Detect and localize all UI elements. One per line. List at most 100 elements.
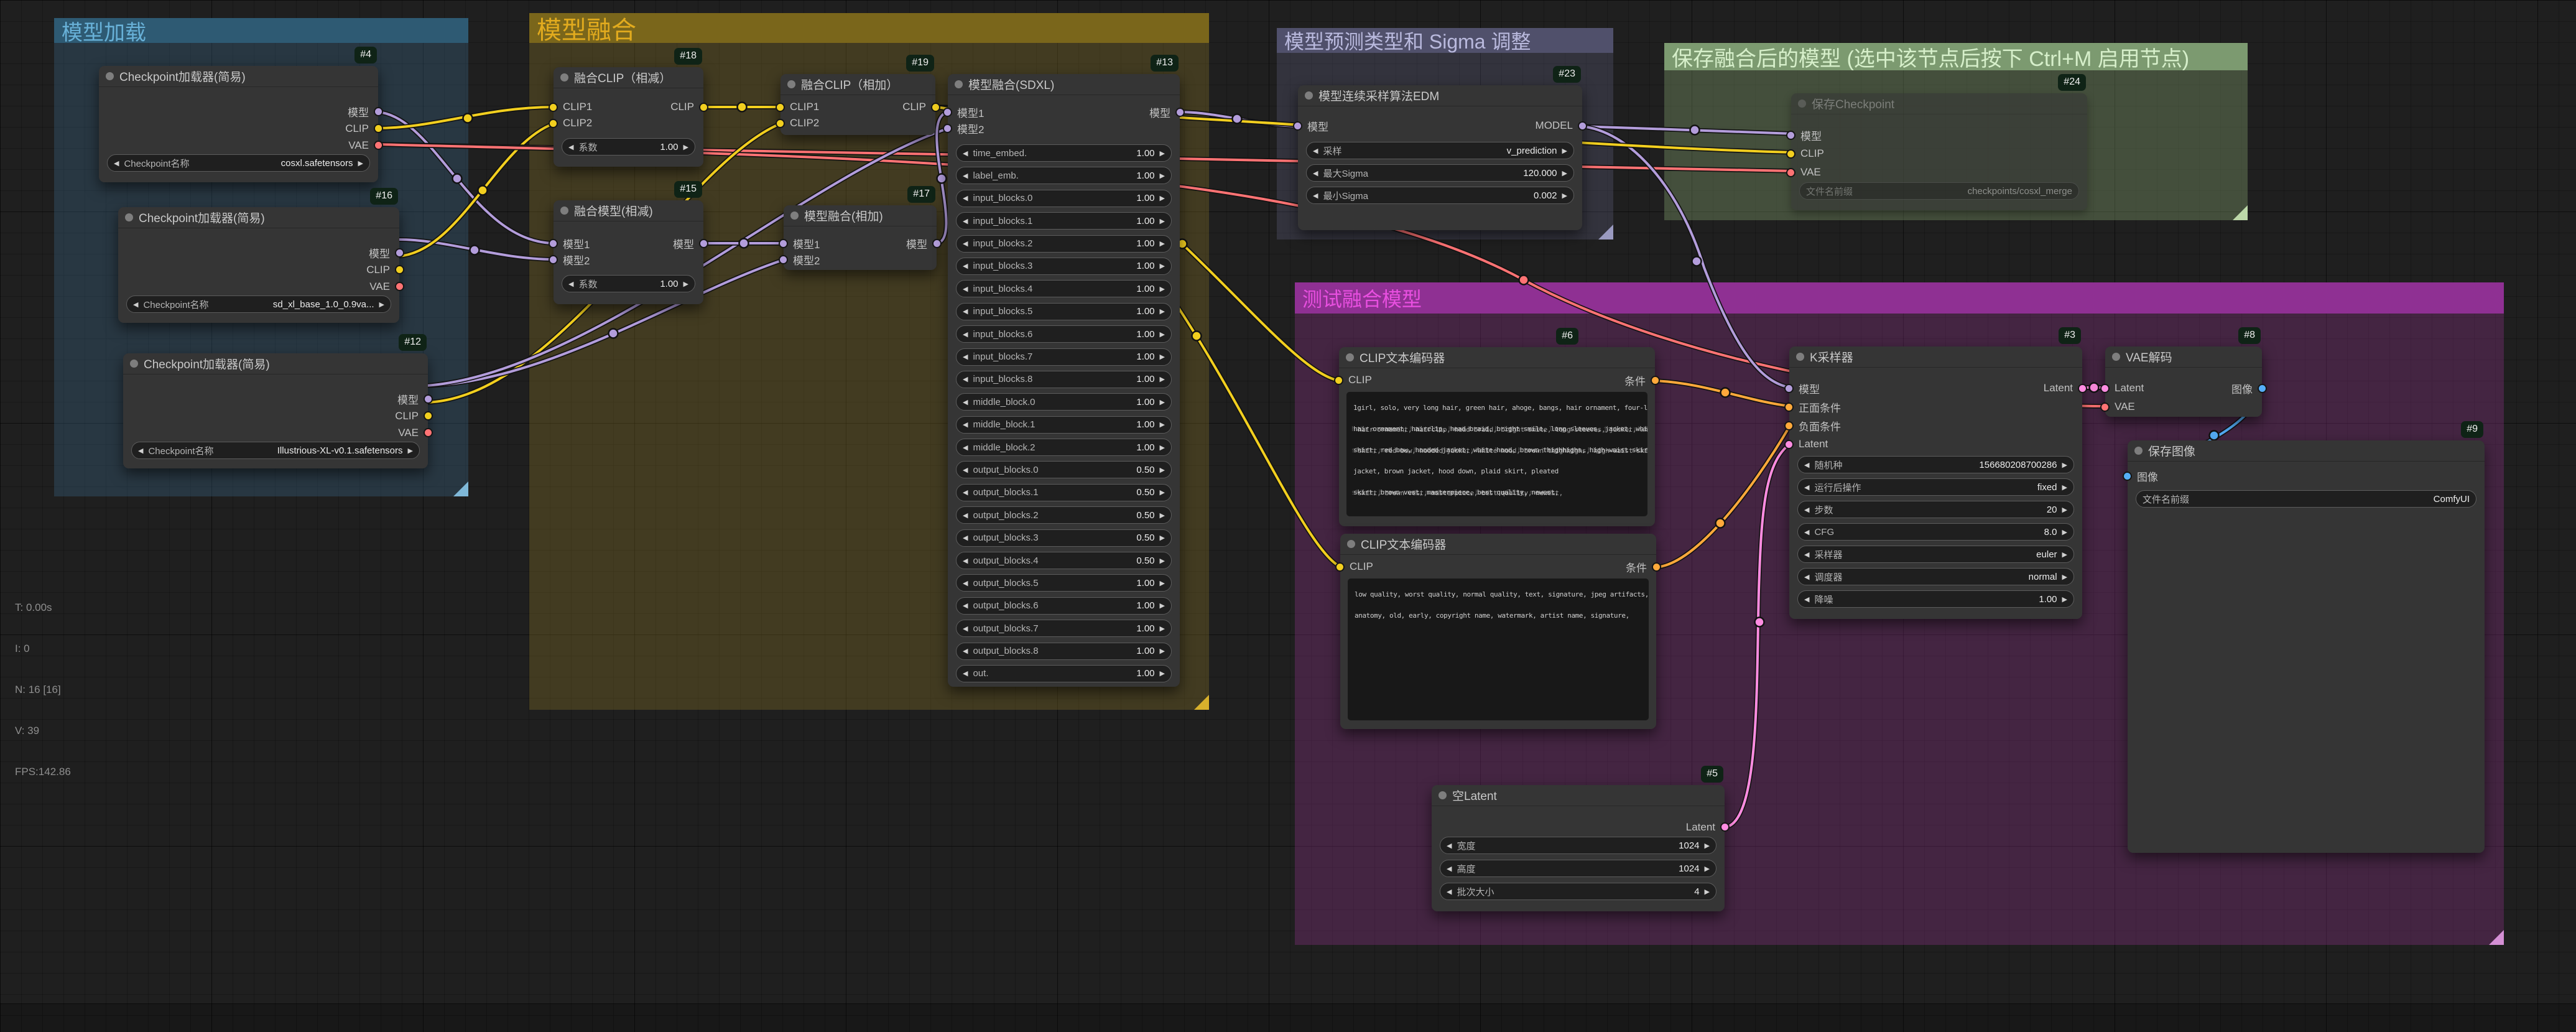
block-ratio-widget[interactable]: ◀output_blocks.20.50▶: [956, 506, 1172, 524]
arrow-right-icon[interactable]: ▶: [1562, 169, 1567, 177]
block-ratio-widget[interactable]: ◀output_blocks.81.00▶: [956, 643, 1172, 660]
number-widget[interactable]: ◀系数1.00▶: [562, 138, 695, 156]
node-save-checkpoint-24[interactable]: #24 保存Checkpoint 模型CLIPVAE ◀文件名前缀checkpo…: [1791, 93, 2087, 210]
collapse-dot-icon[interactable]: [560, 73, 568, 81]
arrow-right-icon[interactable]: ▶: [1160, 625, 1165, 633]
arrow-right-icon[interactable]: ▶: [1160, 557, 1165, 565]
block-ratio-widget[interactable]: ◀input_blocks.61.00▶: [956, 325, 1172, 343]
output-port[interactable]: VAE: [369, 278, 394, 295]
arrow-left-icon[interactable]: ◀: [1804, 528, 1809, 536]
arrow-left-icon[interactable]: ◀: [963, 647, 968, 655]
output-port[interactable]: 条件: [1624, 372, 1650, 388]
arrow-right-icon[interactable]: ▶: [1160, 511, 1165, 519]
input-port[interactable]: 模型: [1796, 126, 1822, 144]
arrow-right-icon[interactable]: ▶: [1160, 353, 1165, 361]
block-ratio-widget[interactable]: ◀input_blocks.81.00▶: [956, 371, 1172, 388]
block-ratio-widget[interactable]: ◀output_blocks.51.00▶: [956, 574, 1172, 592]
arrow-right-icon[interactable]: ▶: [1160, 444, 1165, 452]
collapse-dot-icon[interactable]: [1796, 353, 1804, 361]
input-port[interactable]: 正面条件: [1794, 397, 1841, 416]
input-port[interactable]: 图像: [2133, 468, 2158, 485]
arrow-right-icon[interactable]: ▶: [2062, 528, 2067, 536]
output-port[interactable]: 模型: [906, 235, 932, 251]
arrow-left-icon[interactable]: ◀: [963, 579, 968, 587]
output-port[interactable]: CLIP: [902, 99, 930, 115]
node-checkpoint-loader-16[interactable]: #16 Checkpoint加载器(简易) 模型CLIPVAE ◀Checkpo…: [118, 207, 399, 323]
arrow-right-icon[interactable]: ▶: [2062, 595, 2067, 603]
collapse-dot-icon[interactable]: [1798, 100, 1806, 108]
input-port[interactable]: VAE: [2110, 397, 2135, 416]
arrow-left-icon[interactable]: ◀: [963, 375, 968, 383]
port-dot-icon[interactable]: [374, 107, 383, 116]
arrow-left-icon[interactable]: ◀: [1447, 888, 1452, 896]
input-port[interactable]: CLIP2: [558, 115, 592, 131]
output-port[interactable]: 模型: [348, 103, 373, 120]
arrow-right-icon[interactable]: ▶: [683, 280, 688, 288]
port-dot-icon[interactable]: [1652, 562, 1661, 572]
block-ratio-widget[interactable]: ◀input_blocks.41.00▶: [956, 280, 1172, 297]
arrow-left-icon[interactable]: ◀: [963, 398, 968, 406]
arrow-right-icon[interactable]: ▶: [1160, 421, 1165, 429]
arrow-left-icon[interactable]: ◀: [1447, 865, 1452, 873]
arrow-left-icon[interactable]: ◀: [963, 625, 968, 633]
arrow-right-icon[interactable]: ▶: [1160, 375, 1165, 383]
input-port[interactable]: Latent: [1794, 435, 1828, 453]
arrow-right-icon[interactable]: ▶: [379, 300, 384, 309]
block-ratio-widget[interactable]: ◀output_blocks.30.50▶: [956, 529, 1172, 547]
arrow-right-icon[interactable]: ▶: [1705, 888, 1710, 896]
port-dot-icon[interactable]: [1720, 822, 1730, 832]
node-empty-latent-5[interactable]: #5 空Latent Latent ◀宽度1024▶◀高度1024▶◀批次大小4…: [1432, 785, 1725, 911]
node-model-sampling-edm-23[interactable]: #23 模型连续采样算法EDM 模型 MODEL ◀采样v_prediction…: [1298, 85, 1582, 230]
sampler-widget[interactable]: ◀CFG8.0▶: [1797, 523, 2074, 541]
arrow-right-icon[interactable]: ▶: [1160, 669, 1165, 677]
sampler-widget[interactable]: ◀降噪1.00▶: [1797, 590, 2074, 608]
port-dot-icon[interactable]: [1786, 149, 1795, 159]
arrow-left-icon[interactable]: ◀: [1313, 147, 1318, 155]
arrow-right-icon[interactable]: ▶: [1160, 239, 1165, 248]
collapse-dot-icon[interactable]: [130, 360, 138, 368]
input-port[interactable]: 模型1: [558, 235, 590, 251]
arrow-right-icon[interactable]: ▶: [1160, 488, 1165, 496]
arrow-right-icon[interactable]: ▶: [1705, 842, 1710, 850]
port-dot-icon[interactable]: [374, 141, 383, 150]
arrow-left-icon[interactable]: ◀: [963, 194, 968, 202]
collapse-dot-icon[interactable]: [2112, 353, 2120, 361]
arrow-left-icon[interactable]: ◀: [963, 239, 968, 248]
positive-prompt-textarea[interactable]: 1girl, solo, very long hair, green hair,…: [1346, 392, 1647, 516]
input-port[interactable]: 模型1: [953, 104, 984, 120]
port-dot-icon[interactable]: [1334, 376, 1343, 385]
sampler-widget[interactable]: ◀调度器normal▶: [1797, 568, 2074, 585]
collapse-dot-icon[interactable]: [560, 207, 568, 215]
output-port[interactable]: 模型: [397, 391, 423, 407]
port-dot-icon[interactable]: [1786, 168, 1795, 177]
arrow-right-icon[interactable]: ▶: [1160, 285, 1165, 293]
arrow-right-icon[interactable]: ▶: [1562, 192, 1567, 200]
port-dot-icon[interactable]: [1784, 440, 1794, 449]
arrow-left-icon[interactable]: ◀: [963, 217, 968, 225]
block-ratio-widget[interactable]: ◀output_blocks.61.00▶: [956, 597, 1172, 615]
arrow-left-icon[interactable]: ◀: [1804, 506, 1809, 514]
input-port[interactable]: 模型: [1303, 118, 1328, 134]
arrow-right-icon[interactable]: ▶: [1160, 149, 1165, 157]
output-port[interactable]: 图像: [2231, 379, 2257, 397]
arrow-left-icon[interactable]: ◀: [963, 262, 968, 270]
port-dot-icon[interactable]: [943, 124, 952, 133]
arrow-left-icon[interactable]: ◀: [963, 602, 968, 610]
block-ratio-widget[interactable]: ◀input_blocks.51.00▶: [956, 303, 1172, 320]
port-dot-icon[interactable]: [395, 265, 404, 274]
port-dot-icon[interactable]: [931, 103, 940, 112]
arrow-left-icon[interactable]: ◀: [963, 285, 968, 293]
filename-prefix-widget[interactable]: ◀文件名前缀ComfyUI▶: [2136, 490, 2476, 508]
output-port[interactable]: Latent: [1686, 819, 1720, 835]
collapse-dot-icon[interactable]: [955, 80, 963, 88]
latent-size-widget[interactable]: ◀宽度1024▶: [1440, 837, 1717, 854]
block-ratio-widget[interactable]: ◀input_blocks.21.00▶: [956, 235, 1172, 253]
arrow-left-icon[interactable]: ◀: [963, 669, 968, 677]
port-dot-icon[interactable]: [932, 239, 942, 248]
block-ratio-widget[interactable]: ◀output_blocks.00.50▶: [956, 461, 1172, 478]
port-dot-icon[interactable]: [1786, 131, 1795, 140]
port-dot-icon[interactable]: [549, 103, 558, 112]
port-dot-icon[interactable]: [1784, 384, 1794, 393]
block-ratio-widget[interactable]: ◀label_emb.1.00▶: [956, 167, 1172, 184]
arrow-right-icon[interactable]: ▶: [1160, 647, 1165, 655]
